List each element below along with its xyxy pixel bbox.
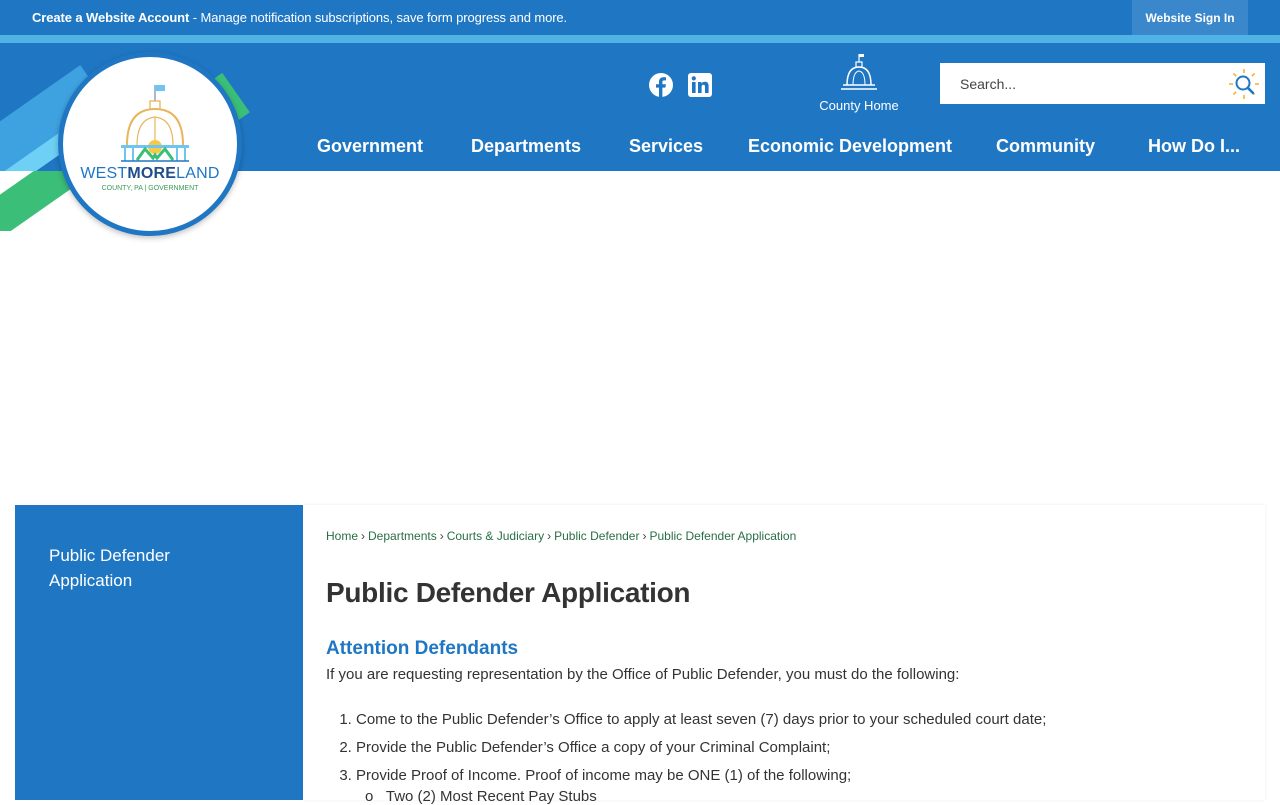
breadcrumb: Home › Departments › Courts & Judiciary › Publ… [326,529,796,543]
breadcrumb-separator: › [547,529,552,543]
list-item: Provide the Public Defender’s Office a c… [356,738,1046,766]
breadcrumb-separator: › [361,529,366,543]
sidebar: Public Defender Application [15,505,303,800]
linkedin-icon[interactable] [687,72,713,98]
main-content: Home › Departments › Courts & Judiciary › Publ… [303,505,1265,805]
breadcrumb-public-defender-application[interactable]: Public Defender Application [649,529,796,543]
breadcrumb-home[interactable]: Home [326,529,358,543]
breadcrumb-departments[interactable]: Departments [368,529,437,543]
bullet: o [365,788,386,805]
breadcrumb-public-defender[interactable]: Public Defender [554,529,639,543]
capitol-dome-icon [121,85,189,162]
account-bar: Create a Website Account - Manage notifi… [0,0,1280,35]
intro-text: If you are requesting representation by … [326,666,960,683]
nav-community[interactable]: Community [996,136,1095,160]
steps-list: Come to the Public Defender’s Office to … [326,710,1046,794]
county-logo[interactable]: WESTMORELAND COUNTY, PA | GOVERNMENT [58,52,242,236]
search-icon [1229,69,1259,99]
website-sign-in-button[interactable]: Website Sign In [1132,0,1248,35]
breadcrumb-courts-judiciary[interactable]: Courts & Judiciary [447,529,544,543]
facebook-icon[interactable] [648,72,674,98]
search-input[interactable] [940,63,1220,104]
logo-subtitle: COUNTY, PA | GOVERNMENT [101,185,199,192]
account-message-text: - Manage notification subscriptions, sav… [189,10,568,25]
section-title: Attention Defendants [326,638,519,659]
logo-wordmark: WESTMORELAND [80,165,220,182]
sub-list: o Two (2) Most Recent Pay Stubs [365,788,597,805]
county-home-link[interactable]: County Home [812,52,906,114]
nav-services[interactable]: Services [629,136,703,160]
sidebar-item-public-defender-application[interactable]: Public Defender Application [49,543,249,593]
nav-how-do-i[interactable]: How Do I... [1148,136,1240,160]
nav-departments[interactable]: Departments [471,136,581,160]
list-item: o Two (2) Most Recent Pay Stubs [365,788,597,805]
create-account-link[interactable]: Create a Website Account [32,10,189,25]
breadcrumb-separator: › [642,529,647,543]
page-title: Public Defender Application [326,577,691,608]
nav-government[interactable]: Government [317,136,423,160]
search-button[interactable] [1227,67,1261,101]
header-stripe [0,35,1280,43]
nav-economic-development[interactable]: Economic Development [748,136,952,160]
breadcrumb-separator: › [439,529,444,543]
account-message: Create a Website Account - Manage notifi… [32,10,567,25]
search-box [940,63,1265,104]
county-home-label: County Home [819,98,899,113]
list-item-text: Two (2) Most Recent Pay Stubs [385,788,597,805]
list-item: Come to the Public Defender’s Office to … [356,710,1046,738]
capitol-icon [841,54,877,90]
